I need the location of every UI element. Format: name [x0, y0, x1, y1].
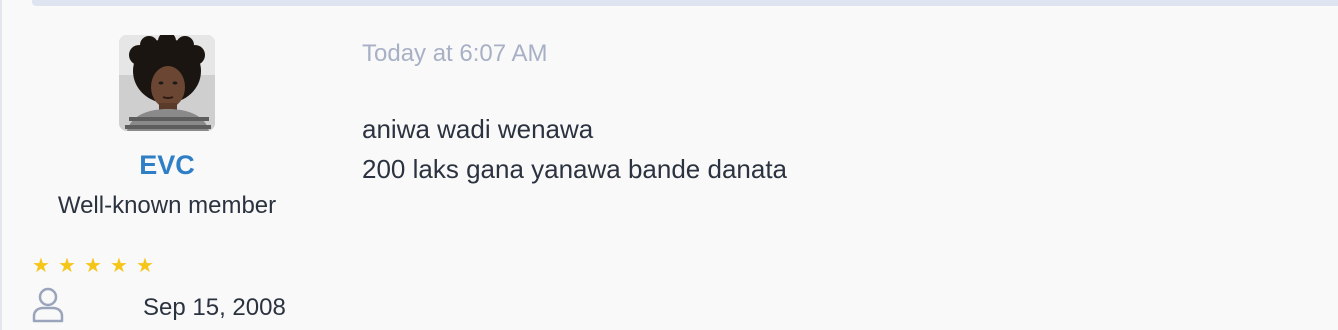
star-icon: ★: [58, 255, 76, 277]
author-title: Well-known member: [57, 192, 277, 219]
star-icon: ★: [84, 255, 102, 277]
avatar[interactable]: [119, 35, 215, 131]
message-post: EVC Well-known member ★ ★ ★ ★ ★ Sep 15, …: [0, 0, 1338, 330]
star-icon: ★: [110, 255, 128, 277]
join-date: Sep 15, 2008: [143, 294, 286, 321]
user-icon: [30, 286, 66, 324]
post-timestamp[interactable]: Today at 6:07 AM: [362, 40, 547, 68]
post-line: 200 laks gana yanawa bande danata: [362, 154, 788, 184]
avatar-image: [119, 35, 215, 131]
rating-stars: ★ ★ ★ ★ ★: [32, 256, 156, 276]
star-icon: ★: [136, 255, 154, 277]
author-name[interactable]: EVC: [0, 150, 334, 181]
star-icon: ★: [32, 255, 50, 277]
post-line: aniwa wadi wenawa: [362, 114, 594, 144]
post-body: aniwa wadi wenawa 200 laks gana yanawa b…: [362, 109, 787, 189]
post-top-divider: [32, 0, 1338, 6]
